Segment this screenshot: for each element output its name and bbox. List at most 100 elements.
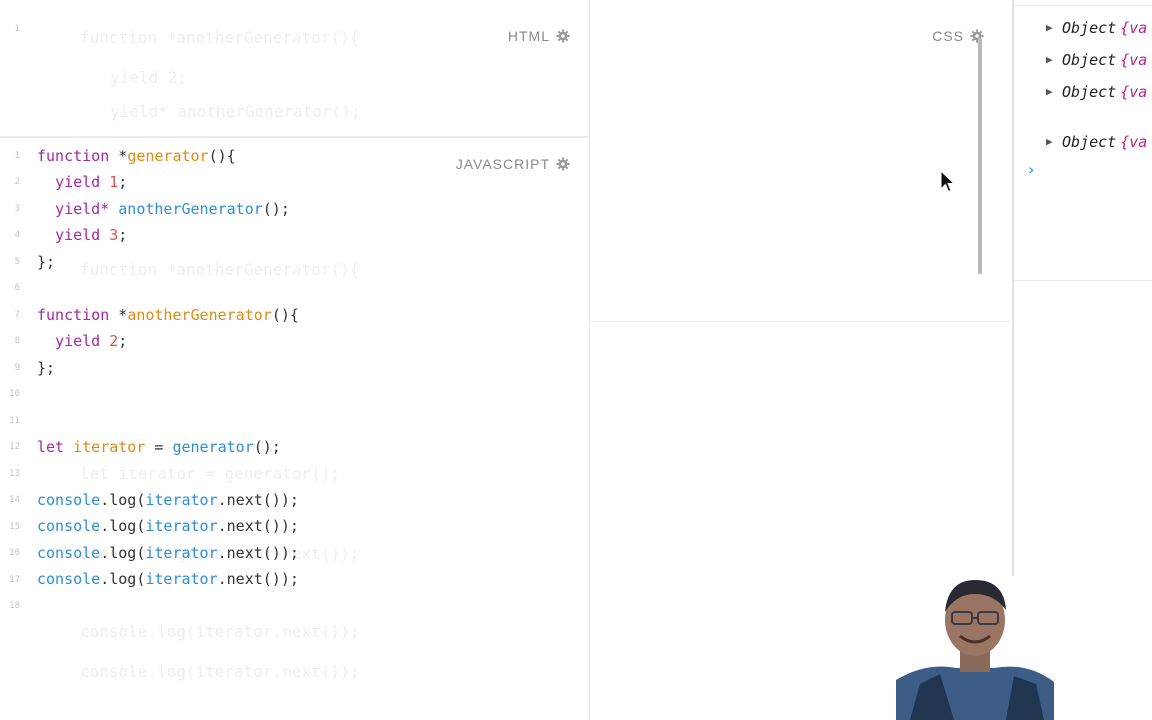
keyword: yield*	[55, 200, 110, 218]
line-number: 4	[14, 230, 20, 240]
ghost-code-line: function *anotherGenerator(){	[80, 260, 360, 279]
line-number: 1	[14, 151, 20, 161]
keyword: let	[37, 438, 65, 456]
html-pane-header: HTML	[508, 28, 570, 44]
code-token: .log(	[100, 517, 146, 535]
line-number: 1	[14, 24, 20, 34]
code-token: (){	[271, 306, 299, 324]
line-number: 3	[14, 204, 20, 214]
line-number: 6	[14, 283, 20, 293]
code-token: .next());	[217, 491, 299, 509]
variable-name: iterator	[145, 491, 218, 509]
line-number: 15	[9, 522, 20, 532]
console-entry[interactable]: ▶ Object {va	[1046, 82, 1147, 102]
variable-name: iterator	[73, 438, 146, 456]
css-pane-label: CSS	[932, 28, 964, 44]
keyword: yield	[55, 332, 101, 350]
code-token: .log(	[100, 491, 146, 509]
function-name: anotherGenerator	[127, 306, 272, 324]
code-token: *	[109, 306, 128, 324]
scrollbar-thumb[interactable]	[978, 38, 982, 274]
triangle-right-icon[interactable]: ▶	[1046, 50, 1058, 70]
code-line[interactable]: let iterator = generator();	[37, 434, 281, 460]
gear-icon[interactable]	[556, 157, 570, 171]
webcam-overlay	[896, 576, 1054, 720]
code-line[interactable]: yield 2;	[37, 328, 127, 354]
html-pane-label: HTML	[507, 28, 550, 44]
line-number: 14	[9, 495, 20, 505]
html-pane[interactable]: 1 function *anotherGenerator(){ yield 2;…	[0, 10, 590, 138]
keyword: function	[37, 147, 110, 165]
gear-icon[interactable]	[556, 29, 570, 43]
line-number: 17	[9, 575, 20, 585]
number-literal: 2	[109, 332, 119, 350]
line-number: 18	[9, 601, 20, 611]
triangle-right-icon[interactable]: ▶	[1046, 82, 1058, 102]
code-line[interactable]: console.log(iterator.next());	[37, 566, 299, 592]
console-identifier: console	[37, 517, 101, 535]
console-identifier: console	[37, 570, 101, 588]
code-line[interactable]: yield 1;	[37, 169, 127, 195]
code-token: ();	[253, 438, 281, 456]
number-literal: 1	[109, 173, 119, 191]
code-token: ();	[262, 200, 290, 218]
line-number: 7	[14, 310, 20, 320]
css-pane[interactable]: CSS	[590, 10, 1010, 322]
console-entry[interactable]: ▶ Object {va	[1046, 132, 1147, 152]
object-label: Object	[1062, 133, 1117, 151]
triangle-right-icon[interactable]: ▶	[1046, 132, 1058, 152]
code-line[interactable]: };	[37, 249, 55, 275]
code-line[interactable]: yield* anotherGenerator();	[37, 196, 290, 222]
javascript-pane-label: JAVASCRIPT	[455, 156, 550, 172]
keyword: yield	[55, 173, 101, 191]
object-preview: {va	[1120, 19, 1148, 37]
console-identifier: console	[37, 491, 101, 509]
code-token: =	[145, 438, 173, 456]
line-number: 10	[9, 389, 20, 399]
object-label: Object	[1062, 83, 1117, 101]
code-line[interactable]: console.log(iterator.next());	[37, 540, 299, 566]
ghost-code-line: yield 2;	[110, 68, 188, 87]
code-line[interactable]: yield 3;	[37, 222, 127, 248]
object-label: Object	[1062, 19, 1117, 37]
console-top-bar	[1014, 0, 1152, 6]
javascript-pane[interactable]: JAVASCRIPT 1 2 3 4 5 6 7 8 9 10 11 12 13…	[0, 140, 590, 720]
line-number: 9	[14, 363, 20, 373]
code-line[interactable]: console.log(iterator.next());	[37, 487, 299, 513]
code-token: .log(	[100, 570, 146, 588]
function-call: anotherGenerator	[118, 200, 263, 218]
code-line[interactable]: function *generator(){	[37, 143, 236, 169]
object-preview: {va	[1120, 133, 1148, 151]
console-entry[interactable]: ▶ Object {va	[1046, 50, 1147, 70]
triangle-right-icon[interactable]: ▶	[1046, 18, 1058, 38]
keyword: yield	[55, 226, 101, 244]
code-line[interactable]: console.log(iterator.next());	[37, 513, 299, 539]
ghost-code-line: yield* anotherGenerator();	[110, 102, 361, 121]
console-prompt[interactable]: ›	[1028, 160, 1034, 179]
code-token: *	[109, 147, 128, 165]
code-token: .log(	[100, 544, 146, 562]
code-line[interactable]: function *anotherGenerator(){	[37, 302, 299, 328]
line-number: 2	[14, 177, 20, 187]
vertical-scrollbar[interactable]	[978, 38, 982, 274]
number-literal: 3	[109, 226, 119, 244]
keyword: function	[37, 306, 110, 324]
line-number: 8	[14, 336, 20, 346]
ghost-code-line: console.log(iterator.next());	[80, 662, 360, 681]
code-token: .next());	[217, 544, 299, 562]
ghost-code-line: console.log(iterator.next());	[80, 622, 360, 641]
ghost-code-line: function *anotherGenerator(){	[80, 28, 360, 47]
variable-name: iterator	[145, 544, 218, 562]
line-number: 5	[14, 257, 20, 267]
code-token: (){	[208, 147, 236, 165]
object-label: Object	[1062, 51, 1117, 69]
javascript-pane-header: JAVASCRIPT	[456, 156, 570, 172]
mouse-pointer-icon	[940, 170, 956, 193]
code-line[interactable]: };	[37, 355, 55, 381]
css-pane-header: CSS	[932, 28, 984, 44]
console-entry[interactable]: ▶ Object {va	[1046, 18, 1147, 38]
object-preview: {va	[1120, 83, 1148, 101]
presenter-video-icon	[896, 576, 1054, 720]
object-preview: {va	[1120, 51, 1148, 69]
console-divider	[1014, 280, 1152, 281]
